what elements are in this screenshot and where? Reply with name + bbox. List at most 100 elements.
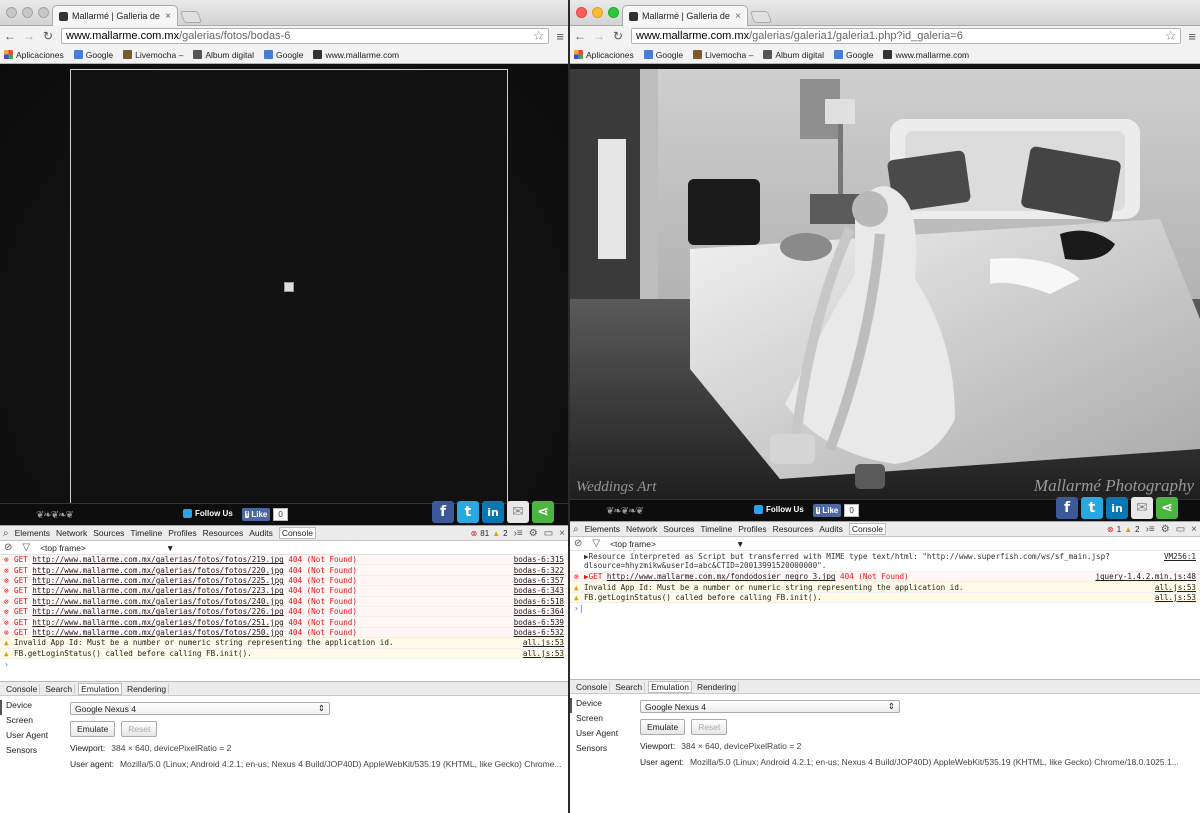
linkedin-share-icon[interactable]: in — [1106, 497, 1128, 519]
tab-audits[interactable]: Audits — [819, 524, 843, 534]
log-url-link[interactable]: http://www.mallarme.com.mx/galerias/foto… — [32, 566, 283, 575]
twitter-share-icon[interactable]: t — [1081, 497, 1103, 519]
drawer-tab-rendering[interactable]: Rendering — [695, 681, 740, 692]
log-url-link[interactable]: http://www.mallarme.com.mx/galerias/foto… — [32, 586, 283, 595]
reload-icon[interactable]: ↻ — [42, 29, 54, 43]
bookmark-apps[interactable]: Aplicaciones — [4, 50, 64, 60]
bookmark-mallarme[interactable]: www.mallarme.com — [883, 50, 969, 60]
drawer-tab-emulation[interactable]: Emulation — [648, 680, 692, 693]
share-icon[interactable]: ⋖ — [1156, 497, 1178, 519]
tab-audits[interactable]: Audits — [249, 528, 273, 538]
log-source-link[interactable]: all.js:53 — [523, 638, 564, 647]
forward-arrow-icon[interactable]: → — [593, 29, 605, 43]
tab-profiles[interactable]: Profiles — [168, 528, 196, 538]
frame-selector[interactable]: <top frame> ▼ — [40, 543, 174, 553]
address-bar[interactable]: www.mallarme.com.mx /galerias/galeria1/g… — [631, 28, 1182, 44]
dock-icon[interactable]: ▭ — [1176, 524, 1185, 535]
filter-icon[interactable]: ▽ — [22, 542, 30, 553]
bookmark-google-2[interactable]: Google — [264, 50, 303, 60]
frame-selector[interactable]: <top frame> ▼ — [610, 539, 744, 549]
log-url-link[interactable]: http://www.mallarme.com.mx/galerias/foto… — [32, 628, 283, 637]
reload-icon[interactable]: ↻ — [612, 29, 624, 43]
bookmark-album-digital[interactable]: Album digital — [193, 50, 254, 60]
facebook-share-icon[interactable]: f — [432, 501, 454, 523]
browser-tab[interactable]: Mallarmé | Galleria de fotos × — [52, 5, 178, 26]
log-source-link[interactable]: all.js:53 — [1155, 583, 1196, 592]
facebook-like-widget[interactable]: f Like 0 — [813, 504, 859, 517]
tab-profiles[interactable]: Profiles — [738, 524, 766, 534]
twitter-follow-button[interactable]: Follow Us — [183, 509, 233, 518]
twitter-share-icon[interactable]: t — [457, 501, 479, 523]
chrome-menu-icon[interactable]: ≡ — [1188, 29, 1196, 44]
tab-sources[interactable]: Sources — [663, 524, 694, 534]
bookmark-star-icon[interactable]: ☆ — [533, 28, 545, 44]
bookmark-livemocha[interactable]: Livemocha – — [123, 50, 183, 60]
inspect-search-icon[interactable]: ⌕ — [573, 524, 579, 535]
log-url-link[interactable]: http://www.mallarme.com.mx/galerias/foto… — [32, 597, 283, 606]
device-select[interactable]: Google Nexus 4 ⇕ — [70, 702, 330, 715]
zoom-window-button[interactable] — [608, 7, 619, 18]
facebook-like-widget[interactable]: f Like 0 — [242, 508, 288, 521]
share-icon[interactable]: ⋖ — [532, 501, 554, 523]
drawer-tab-search[interactable]: Search — [43, 683, 76, 694]
zoom-window-button[interactable] — [38, 7, 49, 18]
like-button[interactable]: f Like — [242, 508, 271, 521]
settings-gear-icon[interactable]: ⚙ — [529, 528, 538, 539]
bookmark-livemocha[interactable]: Livemocha – — [693, 50, 753, 60]
close-window-button[interactable] — [6, 7, 17, 18]
email-share-icon[interactable]: ✉ — [507, 501, 529, 523]
settings-gear-icon[interactable]: ⚙ — [1161, 524, 1170, 535]
bookmark-apps[interactable]: Aplicaciones — [574, 50, 634, 60]
console-prompt[interactable]: › — [0, 659, 568, 670]
bookmark-mallarme[interactable]: www.mallarme.com — [313, 50, 399, 60]
clear-console-icon[interactable]: ⊘ — [4, 542, 12, 553]
forward-arrow-icon[interactable]: → — [23, 29, 35, 43]
bookmark-google[interactable]: Google — [73, 50, 113, 60]
browser-tab[interactable]: Mallarmé | Galleria de fotos × — [622, 5, 748, 26]
emu-side-sensors[interactable]: Sensors — [570, 743, 630, 758]
drawer-toggle-icon[interactable]: ›≡ — [514, 528, 523, 539]
address-bar[interactable]: www.mallarme.com.mx /galerias/fotos/boda… — [61, 28, 550, 44]
log-source-link[interactable]: bodas-6:322 — [514, 566, 564, 575]
emulate-button[interactable]: Emulate — [640, 719, 686, 735]
email-share-icon[interactable]: ✉ — [1131, 497, 1153, 519]
bookmark-google[interactable]: Google — [643, 50, 683, 60]
linkedin-share-icon[interactable]: in — [482, 501, 504, 523]
tab-timeline[interactable]: Timeline — [700, 524, 732, 534]
log-source-link[interactable]: bodas-6:532 — [514, 628, 564, 637]
tab-elements[interactable]: Elements — [15, 528, 50, 538]
log-url-link[interactable]: http://www.mallarme.com.mx/fondodosier_n… — [607, 572, 836, 581]
wedding-photo[interactable]: Weddings Art Mallarmé Photography — [570, 69, 1200, 502]
tab-close-icon[interactable]: × — [165, 11, 171, 22]
log-source-link[interactable]: bodas-6:518 — [514, 597, 564, 606]
emu-side-user-agent[interactable]: User Agent — [570, 728, 630, 743]
new-tab-button[interactable] — [179, 11, 203, 23]
close-devtools-icon[interactable]: × — [1191, 524, 1197, 535]
reset-button[interactable]: Reset — [691, 719, 728, 735]
tab-network[interactable]: Network — [626, 524, 657, 534]
twitter-follow-button[interactable]: Follow Us — [754, 505, 804, 514]
clear-console-icon[interactable]: ⊘ — [574, 538, 582, 549]
inspect-search-icon[interactable]: ⌕ — [3, 528, 9, 539]
back-arrow-icon[interactable]: ← — [4, 29, 16, 43]
log-source-link[interactable]: bodas-6:539 — [514, 618, 564, 627]
log-source-link[interactable]: bodas-6:343 — [514, 586, 564, 595]
tab-resources[interactable]: Resources — [773, 524, 814, 534]
log-url-link[interactable]: http://www.mallarme.com.mx/galerias/foto… — [32, 618, 283, 627]
emu-side-device[interactable]: Device — [0, 700, 60, 715]
back-arrow-icon[interactable]: ← — [574, 29, 586, 43]
emu-side-screen[interactable]: Screen — [0, 715, 60, 730]
bookmark-google-2[interactable]: Google — [834, 50, 873, 60]
tab-elements[interactable]: Elements — [585, 524, 620, 534]
tab-sources[interactable]: Sources — [93, 528, 124, 538]
drawer-tab-emulation[interactable]: Emulation — [78, 682, 122, 695]
tab-close-icon[interactable]: × — [735, 11, 741, 22]
emu-side-screen[interactable]: Screen — [570, 713, 630, 728]
log-source-link[interactable]: jquery-1.4.2.min.js:48 — [1095, 572, 1196, 581]
close-window-button[interactable] — [576, 7, 587, 18]
chrome-menu-icon[interactable]: ≡ — [556, 29, 564, 44]
emu-side-user-agent[interactable]: User Agent — [0, 730, 60, 745]
log-url-link[interactable]: http://www.mallarme.com.mx/galerias/foto… — [32, 555, 283, 564]
emu-side-sensors[interactable]: Sensors — [0, 745, 60, 760]
console-counts[interactable]: ⊗ 81 ▲ 2 — [471, 529, 508, 538]
